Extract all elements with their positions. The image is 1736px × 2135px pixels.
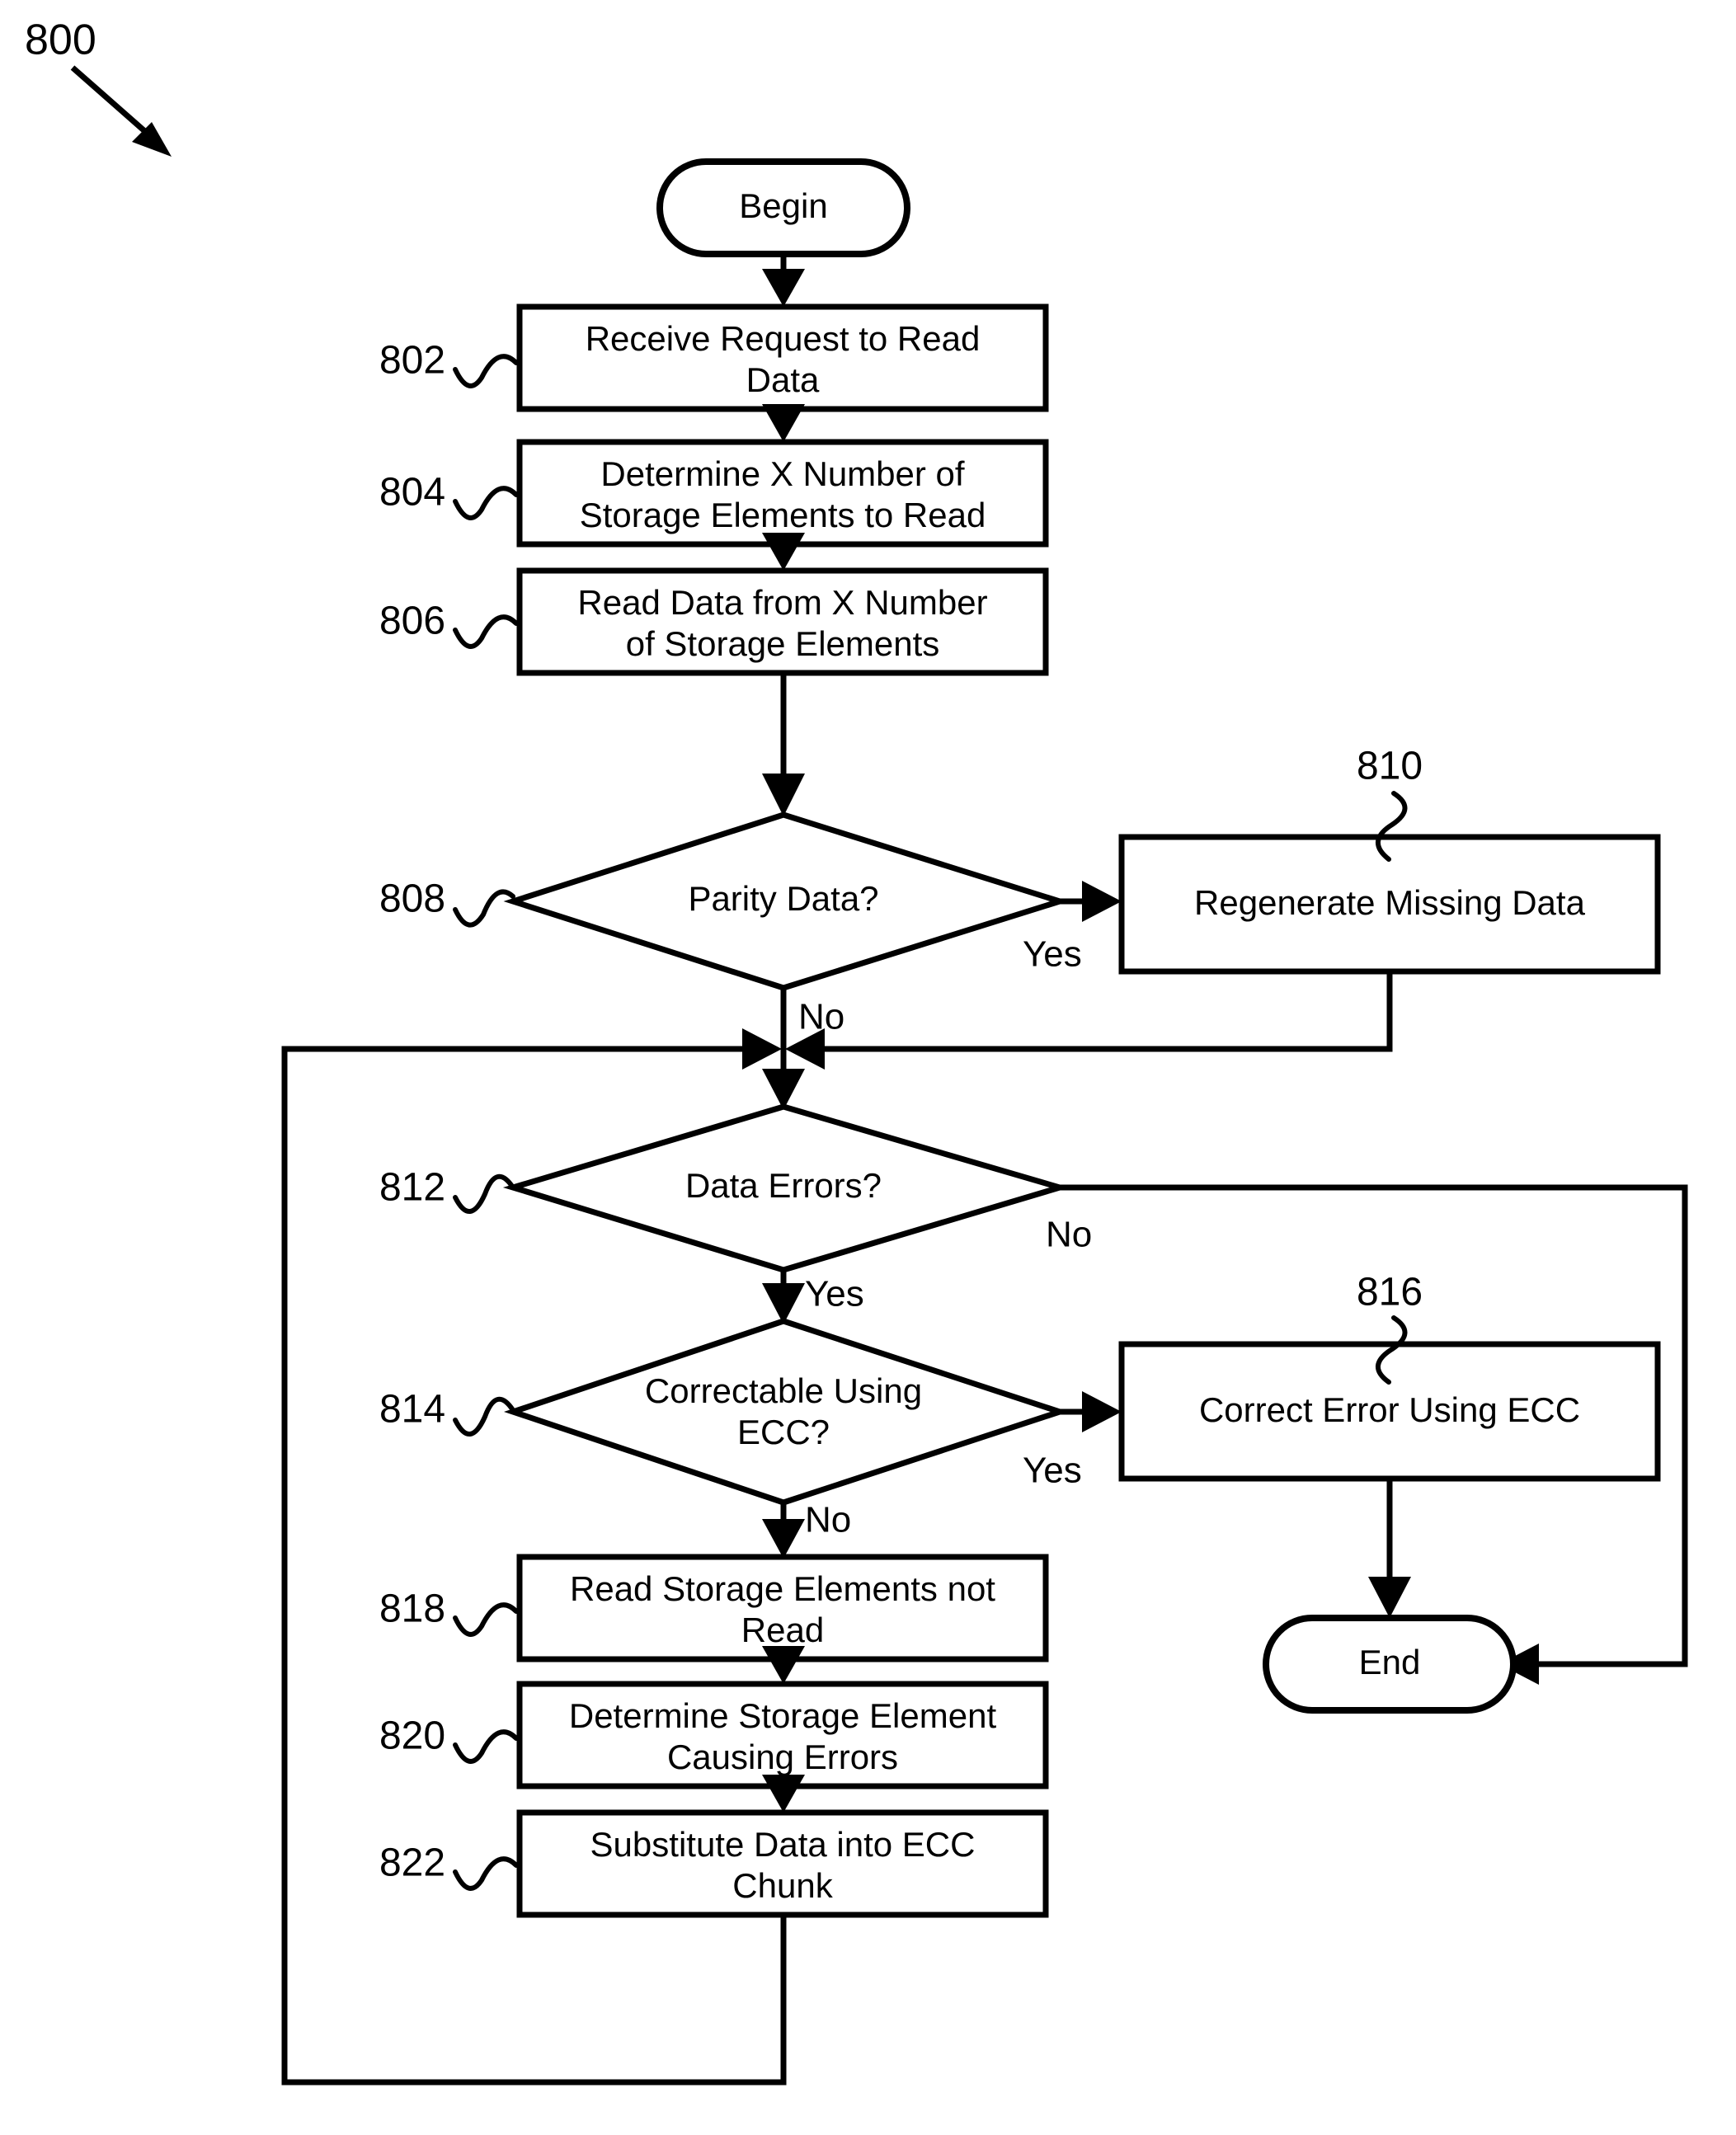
box-820-line1: Determine Storage Element [569,1696,997,1735]
box-804-line2: Storage Elements to Read [580,496,986,534]
arrowhead-icon [762,1775,805,1813]
figure-leader-line [70,65,158,143]
ref-822: 822 [379,1841,445,1885]
edge-816-to-end [1368,1479,1411,1618]
node-808: Parity Data? 808 [379,811,1070,991]
ref-806-squiggle [453,614,519,649]
node-804: Determine X Number of Storage Elements t… [379,439,1049,548]
ref-802: 802 [379,339,445,383]
arrowhead-icon [762,1519,805,1559]
diamond-814-shape [503,1318,1070,1506]
ref-820: 820 [379,1714,445,1758]
box-818-line2: Read [741,1611,824,1649]
ref-816: 816 [1357,1271,1423,1314]
ref-820-squiggle [453,1729,519,1764]
edge-802-to-804 [762,404,805,442]
edge-path [823,971,1393,1052]
box-810-label: Regenerate Missing Data [1194,883,1586,922]
arrowhead-icon [762,774,805,816]
edge-812-yes-to-814: Yes [762,1270,864,1324]
arrowhead-icon [742,1028,782,1070]
ref-818-squiggle [453,1602,519,1637]
arrowhead-icon [762,404,805,442]
edge-818-to-820 [762,1646,805,1684]
figure-number-group: 800 [25,16,172,157]
ref-822-squiggle [453,1856,519,1891]
ref-806: 806 [379,600,445,643]
ref-812: 812 [379,1166,445,1210]
node-begin: Begin [656,158,910,257]
edge-label-ecc-no: No [805,1500,851,1540]
edge-merge-to-812 [762,1049,805,1110]
arrowhead-icon [1082,1391,1122,1432]
edge-810-to-merge [785,971,1393,1070]
edge-label-parity-yes: Yes [1023,934,1082,975]
edge-begin-to-802 [762,254,805,307]
flowchart-canvas: 800 Begin Receive Request to Read Data 8… [25,16,1688,2086]
ref-814-squiggle [453,1397,515,1437]
arrowhead-icon [762,1646,805,1684]
box-802-line1: Receive Request to Read [586,319,981,358]
node-802: Receive Request to Read Data 802 [379,303,1049,412]
diamond-808-label: Parity Data? [688,879,878,918]
flowchart-figure: 800 Begin Receive Request to Read Data 8… [0,0,1736,2135]
box-822-line2: Chunk [732,1866,833,1905]
edge-806-to-808 [762,673,805,816]
node-816: Correct Error Using ECC 816 [1118,1271,1661,1482]
edge-label-ecc-yes: Yes [1023,1451,1082,1491]
diamond-814-line1: Correctable Using [645,1371,922,1410]
ref-804-squiggle [453,486,519,520]
node-812: Data Errors? 812 [379,1103,1070,1273]
node-806: Read Data from X Number of Storage Eleme… [379,567,1049,676]
ref-802-squiggle [453,354,519,388]
box-820-line2: Causing Errors [667,1738,898,1776]
arrowhead-icon [762,533,805,571]
box-806-line2: of Storage Elements [626,624,940,663]
node-814: Correctable Using ECC? 814 [379,1318,1070,1506]
edge-814-no-to-818: No [762,1500,851,1559]
node-818: Read Storage Elements not Read 818 [379,1554,1049,1662]
ref-804: 804 [379,471,445,515]
box-804-line1: Determine X Number of [600,454,964,493]
ref-812-squiggle [453,1174,515,1214]
begin-label: Begin [739,186,827,225]
ref-808: 808 [379,877,445,921]
box-802-line2: Data [746,360,820,399]
end-label: End [1359,1643,1421,1681]
ref-808-squiggle [453,889,515,928]
edge-label-errors-yes: Yes [805,1274,864,1314]
figure-number: 800 [25,16,96,64]
box-806-line1: Read Data from X Number [577,583,987,622]
node-822: Substitute Data into ECC Chunk 822 [379,1809,1049,1918]
ref-810: 810 [1357,745,1423,788]
box-818-line1: Read Storage Elements not [570,1569,995,1608]
edge-820-to-822 [762,1775,805,1813]
edge-label-errors-no: No [1046,1215,1092,1255]
node-820: Determine Storage Element Causing Errors… [379,1681,1049,1789]
arrowhead-icon [1368,1577,1411,1618]
arrowhead-icon [762,269,805,307]
ref-814: 814 [379,1388,445,1432]
edge-804-to-806 [762,533,805,571]
node-end: End [1263,1615,1517,1714]
diamond-812-label: Data Errors? [685,1166,882,1205]
arrowhead-icon [1082,881,1122,922]
box-822-line1: Substitute Data into ECC [590,1825,976,1864]
box-816-label: Correct Error Using ECC [1199,1390,1580,1429]
diamond-814-line2: ECC? [737,1413,830,1451]
node-810: Regenerate Missing Data 810 [1118,745,1661,975]
ref-818: 818 [379,1587,445,1631]
